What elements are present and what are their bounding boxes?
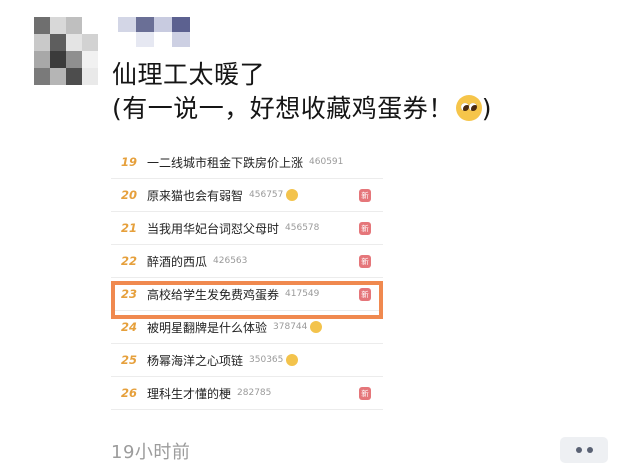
new-badge: 新 — [359, 255, 371, 268]
post-line-2: (有一说一，好想收藏鸡蛋券！) — [112, 92, 492, 126]
more-dot-icon — [586, 447, 593, 453]
rank-number: 22 — [121, 254, 138, 268]
item-title: 当我用华妃台词怼父母时 — [147, 221, 280, 236]
list-item[interactable]: 21 当我用华妃台词怼父母时 456578 新 — [111, 212, 383, 245]
new-badge: 新 — [359, 387, 371, 400]
item-title: 被明星翻牌是什么体验 — [147, 320, 268, 335]
post-line-2-tail: ) — [481, 94, 493, 123]
list-item[interactable]: 22 醉酒的西瓜 426563 新 — [111, 245, 383, 278]
emoji-icon — [310, 321, 323, 333]
rank-number: 24 — [121, 320, 138, 334]
item-title: 一二线城市租金下跌房价上涨 — [147, 155, 304, 170]
emoji-icon — [286, 354, 299, 366]
more-button[interactable] — [560, 437, 608, 463]
list-item[interactable]: 20 原来猫也会有弱智 456757 新 — [111, 179, 383, 212]
rank-number: 19 — [121, 155, 138, 169]
heat-count: 350365 — [249, 355, 284, 365]
emoji-icon — [286, 189, 299, 201]
item-title: 杨幂海洋之心项链 — [147, 353, 244, 368]
rank-number: 21 — [121, 221, 138, 235]
heat-count: 456578 — [285, 223, 320, 233]
heat-count: 378744 — [273, 322, 308, 332]
more-dot-icon — [575, 447, 582, 453]
hot-search-list: 19 一二线城市租金下跌房价上涨 460591 20 原来猫也会有弱智 4567… — [111, 146, 383, 410]
username-blurred[interactable] — [118, 17, 190, 47]
avatar[interactable] — [34, 17, 98, 85]
list-item[interactable]: 19 一二线城市租金下跌房价上涨 460591 — [111, 146, 383, 179]
new-badge: 新 — [359, 189, 371, 202]
post-line-2-text: (有一说一，好想收藏鸡蛋券！ — [112, 94, 454, 123]
item-title: 醉酒的西瓜 — [147, 254, 208, 269]
new-badge: 新 — [359, 222, 371, 235]
rank-number: 26 — [121, 386, 138, 400]
list-item[interactable]: 25 杨幂海洋之心项链 350365 — [111, 344, 383, 377]
highlight-box — [111, 281, 383, 319]
rank-number: 25 — [121, 353, 138, 367]
post-line-1: 仙理工太暖了 — [112, 60, 266, 89]
drooling-face-icon — [455, 95, 482, 121]
post-text: 仙理工太暖了 (有一说一，好想收藏鸡蛋券！) — [112, 58, 492, 126]
heat-count: 456757 — [249, 190, 284, 200]
heat-count: 460591 — [309, 157, 344, 167]
item-title: 理科生才懂的梗 — [147, 386, 232, 401]
list-item[interactable]: 26 理科生才懂的梗 282785 新 — [111, 377, 383, 410]
heat-count: 426563 — [213, 256, 248, 266]
post-timestamp: 19小时前 — [111, 442, 191, 463]
item-title: 原来猫也会有弱智 — [147, 188, 244, 203]
heat-count: 282785 — [237, 388, 272, 398]
rank-number: 20 — [121, 188, 138, 202]
